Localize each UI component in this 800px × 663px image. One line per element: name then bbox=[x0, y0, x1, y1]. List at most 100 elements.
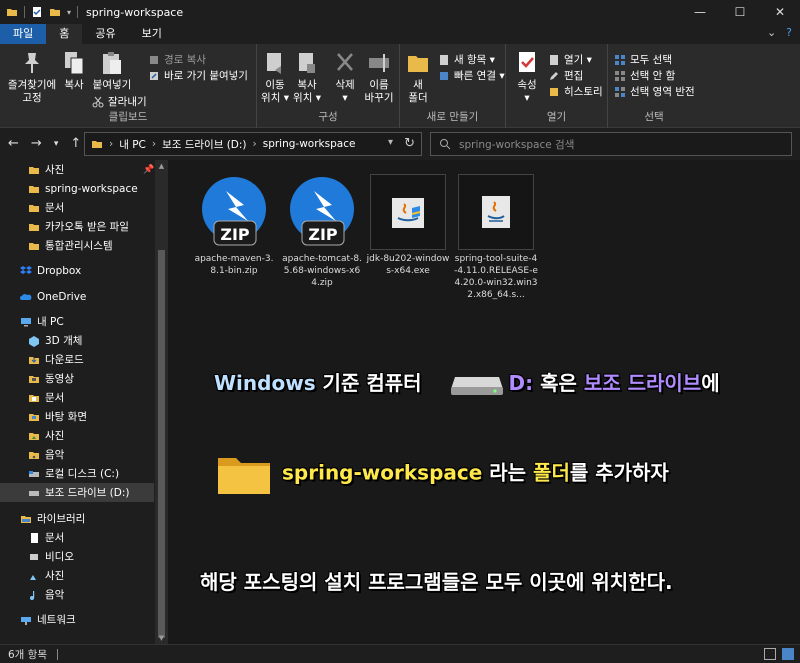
tab-share[interactable]: 공유 bbox=[82, 24, 128, 44]
sidebar-item-kakaotalk[interactable]: 카카오톡 받은 파일 bbox=[0, 217, 154, 236]
scroll-down-arrow-icon[interactable]: ▼ bbox=[155, 634, 168, 642]
sidebar-item-pictures[interactable]: 사진 bbox=[0, 426, 154, 445]
sidebar-item-library-videos[interactable]: 비디오 bbox=[0, 547, 154, 566]
new-folder-button[interactable]: 새 폴더 bbox=[404, 50, 432, 105]
open-label: 열기 ▾ bbox=[564, 54, 592, 66]
select-none-button[interactable]: 선택 안 함 bbox=[614, 68, 675, 83]
sidebar-item-label: 라이브러리 bbox=[37, 513, 86, 525]
sidebar-item-library-documents[interactable]: 문서 bbox=[0, 528, 154, 547]
scroll-up-arrow-icon[interactable]: ▲ bbox=[155, 162, 168, 170]
customize-toolbar-dropdown-icon[interactable]: ▾ bbox=[67, 8, 71, 17]
tab-file[interactable]: 파일 bbox=[0, 24, 47, 44]
caption-folder-name: spring-workspace bbox=[282, 460, 483, 485]
invert-selection-button[interactable]: 선택 영역 반전 bbox=[614, 84, 695, 99]
address-bar[interactable]: › 내 PC › 보조 드라이브 (D:) › spring-workspace… bbox=[84, 132, 422, 156]
paste-button[interactable]: 붙여넣기 bbox=[90, 50, 134, 92]
address-dropdown-icon[interactable]: ▾ bbox=[388, 137, 393, 148]
sidebar-item-network[interactable]: 네트워크 bbox=[0, 610, 154, 629]
sidebar-scrollbar[interactable]: ▲ ▼ bbox=[155, 160, 168, 644]
pin-quick-access-button[interactable]: 즐겨찾기에 고정 bbox=[4, 50, 60, 105]
folder-icon bbox=[29, 166, 39, 174]
sidebar-item-libraries[interactable]: 라이브러리 bbox=[0, 509, 154, 528]
sidebar-item-drive-c[interactable]: 로컬 디스크 (C:) bbox=[0, 464, 154, 483]
pin-quick-access-label: 즐겨찾기에 고정 bbox=[7, 79, 57, 104]
recent-locations-chevron-icon[interactable]: ▾ bbox=[54, 136, 59, 152]
sidebar-item-documents-pc[interactable]: 문서 bbox=[0, 388, 154, 407]
refresh-icon[interactable]: ↻ bbox=[404, 136, 415, 151]
ribbon: 즐겨찾기에 고정 복사 붙여넣기 경로 복사 바로 가기 붙여넣기 잘라내기 클… bbox=[0, 44, 800, 128]
sidebar-item-spring-workspace[interactable]: spring-workspace bbox=[0, 179, 154, 198]
close-button[interactable]: ✕ bbox=[760, 0, 800, 24]
sidebar-item-downloads[interactable]: 다운로드 bbox=[0, 350, 154, 369]
scroll-thumb[interactable] bbox=[158, 250, 165, 638]
open-button[interactable]: 열기 ▾ bbox=[548, 52, 592, 67]
paste-shortcut-label: 바로 가기 붙여넣기 bbox=[164, 70, 248, 82]
copy-path-button[interactable]: 경로 복사 bbox=[148, 52, 206, 67]
edit-button[interactable]: 편집 bbox=[548, 68, 583, 83]
zip-icon: ZIP bbox=[196, 174, 272, 250]
sidebar-item-documents[interactable]: 문서 bbox=[0, 198, 154, 217]
search-box[interactable]: spring-workspace 검색 bbox=[430, 132, 792, 156]
up-arrow-icon[interactable]: ↑ bbox=[70, 136, 81, 152]
delete-button[interactable]: 삭제 ▾ bbox=[331, 50, 359, 105]
sidebar-item-label: 문서 bbox=[45, 532, 65, 544]
desktop-icon bbox=[29, 413, 39, 421]
file-item-jdk[interactable]: jdk-8u202-windows-x64.exe bbox=[366, 174, 450, 277]
ribbon-collapse-icon[interactable]: ⌄ bbox=[767, 26, 776, 39]
java-icon bbox=[458, 174, 534, 250]
sidebar-item-onedrive[interactable]: OneDrive bbox=[0, 287, 154, 306]
properties-button[interactable]: 속성 ▾ bbox=[512, 50, 542, 105]
paste-shortcut-button[interactable]: 바로 가기 붙여넣기 bbox=[148, 68, 248, 83]
move-to-icon bbox=[267, 53, 281, 74]
sidebar-item-label: 네트워크 bbox=[37, 614, 76, 626]
select-all-button[interactable]: 모두 선택 bbox=[614, 52, 672, 67]
file-name: jdk-8u202-windows-x64.exe bbox=[366, 254, 450, 276]
tab-view[interactable]: 보기 bbox=[129, 24, 175, 44]
forward-arrow-icon[interactable]: → bbox=[31, 136, 42, 152]
breadcrumb-separator-icon: › bbox=[252, 138, 257, 150]
copy-button[interactable]: 복사 bbox=[60, 50, 88, 92]
file-item-maven[interactable]: ZIP apache-maven-3.8.1-bin.zip bbox=[192, 174, 276, 277]
file-list: ZIP apache-maven-3.8.1-bin.zip ZIP apach… bbox=[168, 160, 800, 644]
sidebar-item-3d-objects[interactable]: 3D 개체 bbox=[0, 331, 154, 350]
sidebar-item-library-pictures[interactable]: 사진 bbox=[0, 566, 154, 585]
sidebar-item-integrated-system[interactable]: 통합관리시스템 bbox=[0, 236, 154, 255]
details-view-icon[interactable] bbox=[764, 648, 776, 660]
move-to-button[interactable]: 이동 위치 ▾ bbox=[259, 50, 291, 105]
sidebar-item-pictures-pinned[interactable]: 사진 📌 bbox=[0, 160, 154, 179]
sidebar-item-music[interactable]: 음악 bbox=[0, 445, 154, 464]
edit-icon bbox=[550, 71, 558, 80]
sidebar-item-label: 사진 bbox=[45, 164, 65, 176]
help-icon[interactable]: ? bbox=[786, 26, 792, 39]
sidebar-item-dropbox[interactable]: Dropbox bbox=[0, 261, 154, 280]
back-arrow-icon[interactable]: ← bbox=[8, 136, 19, 152]
file-item-tomcat[interactable]: ZIP apache-tomcat-8.5.68-windows-x64.zip bbox=[280, 174, 364, 289]
cut-button[interactable]: 잘라내기 bbox=[92, 94, 147, 109]
sidebar-item-label: 바탕 화면 bbox=[45, 411, 87, 423]
file-item-sts[interactable]: spring-tool-suite-4-4.11.0.RELEASE-e4.20… bbox=[454, 174, 538, 301]
folder-icon bbox=[29, 242, 39, 250]
copy-to-button[interactable]: 복사 위치 ▾ bbox=[291, 50, 323, 105]
large-icons-view-icon[interactable] bbox=[782, 648, 794, 660]
sidebar-item-videos[interactable]: 동영상 bbox=[0, 369, 154, 388]
easy-access-button[interactable]: 빠른 연결 ▾ bbox=[438, 68, 505, 83]
caption-line-1: Windows 기준 컴퓨터 D: 혹은 보조 드라이브에 bbox=[214, 367, 720, 397]
minimize-button[interactable]: — bbox=[680, 0, 720, 24]
search-placeholder: spring-workspace 검색 bbox=[459, 138, 575, 151]
new-folder-icon[interactable] bbox=[49, 6, 61, 18]
new-item-button[interactable]: 새 항목 ▾ bbox=[438, 52, 495, 67]
properties-icon[interactable] bbox=[31, 6, 43, 18]
breadcrumb-spring-workspace[interactable]: spring-workspace bbox=[263, 138, 356, 150]
sidebar-item-this-pc[interactable]: 내 PC bbox=[0, 312, 154, 331]
sidebar-item-desktop[interactable]: 바탕 화면 bbox=[0, 407, 154, 426]
breadcrumb-drive-d[interactable]: 보조 드라이브 (D:) bbox=[162, 137, 246, 152]
sidebar-item-drive-d[interactable]: 보조 드라이브 (D:) bbox=[0, 483, 154, 502]
maximize-button[interactable]: ☐ bbox=[720, 0, 760, 24]
caption-text: 기준 컴퓨터 bbox=[315, 371, 422, 395]
history-button[interactable]: 히스토리 bbox=[548, 84, 603, 99]
tab-home[interactable]: 홈 bbox=[46, 24, 83, 44]
breadcrumb-this-pc[interactable]: 내 PC bbox=[119, 137, 146, 152]
rename-button[interactable]: 이름 바꾸기 bbox=[361, 50, 397, 105]
sidebar-item-library-music[interactable]: 음악 bbox=[0, 585, 154, 604]
paste-shortcut-icon bbox=[150, 71, 158, 80]
